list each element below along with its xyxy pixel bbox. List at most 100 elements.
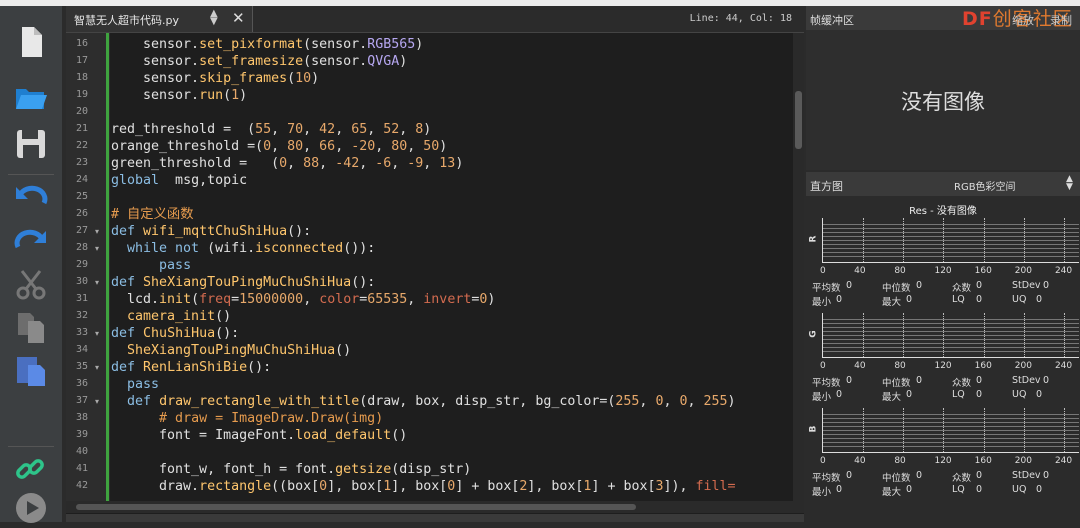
code-token: ()):	[343, 241, 376, 256]
stat-value-mode: 0	[976, 280, 983, 291]
code-token: color	[319, 292, 360, 307]
code-token: ()	[335, 343, 352, 358]
stat-value-median: 0	[916, 375, 923, 386]
line-number: 23	[75, 157, 88, 168]
undo-icon[interactable]	[10, 178, 52, 218]
line-number: 30	[75, 276, 88, 287]
code-token: camera_init	[127, 309, 216, 324]
fold-toggle-icon[interactable]: ▾	[95, 244, 99, 253]
stat-label-median: 中位数	[882, 283, 911, 294]
redo-icon[interactable]	[10, 222, 52, 262]
line-number: 22	[75, 140, 88, 151]
color-space-select[interactable]: RGB色彩空间	[954, 178, 1016, 193]
stat-value-stdev: 0	[1043, 280, 1050, 291]
grid-line	[863, 313, 865, 357]
code-token: red_threshold = (	[111, 122, 256, 137]
stat-value-mean: 0	[846, 470, 853, 481]
x-tick-label: 240	[1054, 266, 1073, 276]
stat-label-median: 中位数	[882, 378, 911, 389]
code-token: sensor.	[111, 37, 200, 52]
chevron-updown-icon[interactable]: ▲ ▼	[1066, 175, 1073, 192]
code-token: )	[399, 54, 408, 69]
open-folder-icon[interactable]	[10, 78, 52, 118]
grid-line	[903, 408, 905, 452]
code-token: (	[191, 292, 200, 307]
scrollbar-thumb[interactable]	[795, 91, 802, 149]
tab-switch-icon[interactable]: ▲ ▼	[210, 9, 218, 27]
histogram-plot	[822, 408, 1079, 453]
code-token: )	[423, 122, 432, 137]
code-line: sensor.skip_frames(10)	[111, 70, 319, 87]
vertical-scrollbar[interactable]	[793, 33, 804, 501]
stat-label-lq: LQ	[952, 484, 965, 495]
close-icon[interactable]: ✕	[232, 9, 245, 27]
code-editor: 智慧无人超市代码.py ▲ ▼ ✕ Line: 44, Col: 18 16 17 1…	[66, 6, 804, 522]
stat-label-lq: LQ	[952, 294, 965, 305]
new-file-icon[interactable]	[10, 22, 52, 62]
save-icon[interactable]	[10, 124, 52, 164]
code-token: ():	[215, 326, 240, 341]
paste-icon[interactable]	[10, 350, 52, 390]
fold-toggle-icon[interactable]: ▾	[95, 329, 99, 338]
code-token: ] + box[	[591, 479, 656, 494]
line-number: 42	[75, 480, 88, 491]
code-token: ,	[663, 394, 680, 409]
code-token: 80	[287, 139, 304, 154]
channel-label: R	[808, 235, 819, 243]
code-line: sensor.run(1)	[111, 87, 247, 104]
x-tick-label: 200	[1014, 266, 1032, 276]
run-icon[interactable]	[10, 488, 52, 528]
code-line: global msg,topic	[111, 172, 247, 189]
frame-buffer-view: 没有图像	[806, 30, 1080, 170]
line-number: 25	[75, 191, 88, 202]
code-area[interactable]: sensor.set_pixformat(sensor.RGB565) sens…	[111, 33, 793, 501]
code-token: ,	[319, 156, 336, 171]
connect-icon[interactable]	[10, 450, 52, 490]
fold-toggle-icon[interactable]: ▾	[95, 363, 99, 372]
stat-label-stdev: StDev	[1012, 470, 1041, 481]
stat-value-min: 0	[836, 484, 843, 495]
line-number: 40	[75, 446, 88, 457]
code-token: (wifi.	[199, 241, 256, 256]
stat-label-mode: 众数	[952, 378, 972, 389]
code-token: ], box[	[327, 479, 384, 494]
code-token: )	[239, 88, 248, 103]
code-line: def ChuShiHua():	[111, 325, 239, 342]
horizontal-scrollbar[interactable]	[66, 501, 804, 513]
code-token: 88	[303, 156, 320, 171]
copy-icon[interactable]	[10, 308, 52, 348]
record-button[interactable]: 录制	[1050, 12, 1072, 28]
code-line: draw.rectangle((box[0], box[1], box[0] +…	[111, 478, 736, 495]
zoom-checkbox[interactable]: 缩放	[1012, 12, 1034, 28]
grid-line	[943, 218, 945, 262]
cut-icon[interactable]	[10, 264, 52, 304]
fold-toggle-icon[interactable]: ▾	[95, 397, 99, 406]
fold-toggle-icon[interactable]: ▾	[95, 227, 99, 236]
line-number: 32	[75, 310, 88, 321]
code-token: ():	[351, 275, 376, 290]
stat-value-median: 0	[916, 280, 923, 291]
stat-value-stdev: 0	[1043, 375, 1050, 386]
code-token: )	[311, 71, 320, 86]
stat-value-stdev: 0	[1043, 470, 1050, 481]
line-number: 39	[75, 429, 88, 440]
line-number: 17	[75, 55, 88, 66]
fold-toggle-icon[interactable]: ▾	[95, 278, 99, 287]
line-number: 36	[75, 378, 88, 389]
histogram-header: 直方图 RGB色彩空间 ▲ ▼	[806, 172, 1080, 196]
x-tick-label: 0	[820, 361, 826, 371]
code-token: ,	[303, 122, 320, 137]
code-line: sensor.set_pixformat(sensor.RGB565)	[111, 36, 423, 53]
line-number: 34	[75, 344, 88, 355]
grid-line	[943, 408, 945, 452]
stat-value-max: 0	[906, 484, 913, 495]
line-number: 28	[75, 242, 88, 253]
code-token: ,	[423, 156, 440, 171]
code-token: isconnected	[255, 241, 344, 256]
code-line: pass	[111, 257, 191, 274]
scrollbar-thumb[interactable]	[76, 504, 636, 510]
file-tab[interactable]: 智慧无人超市代码.py ▲ ▼ ✕	[66, 6, 253, 32]
stat-value-mode: 0	[976, 375, 983, 386]
